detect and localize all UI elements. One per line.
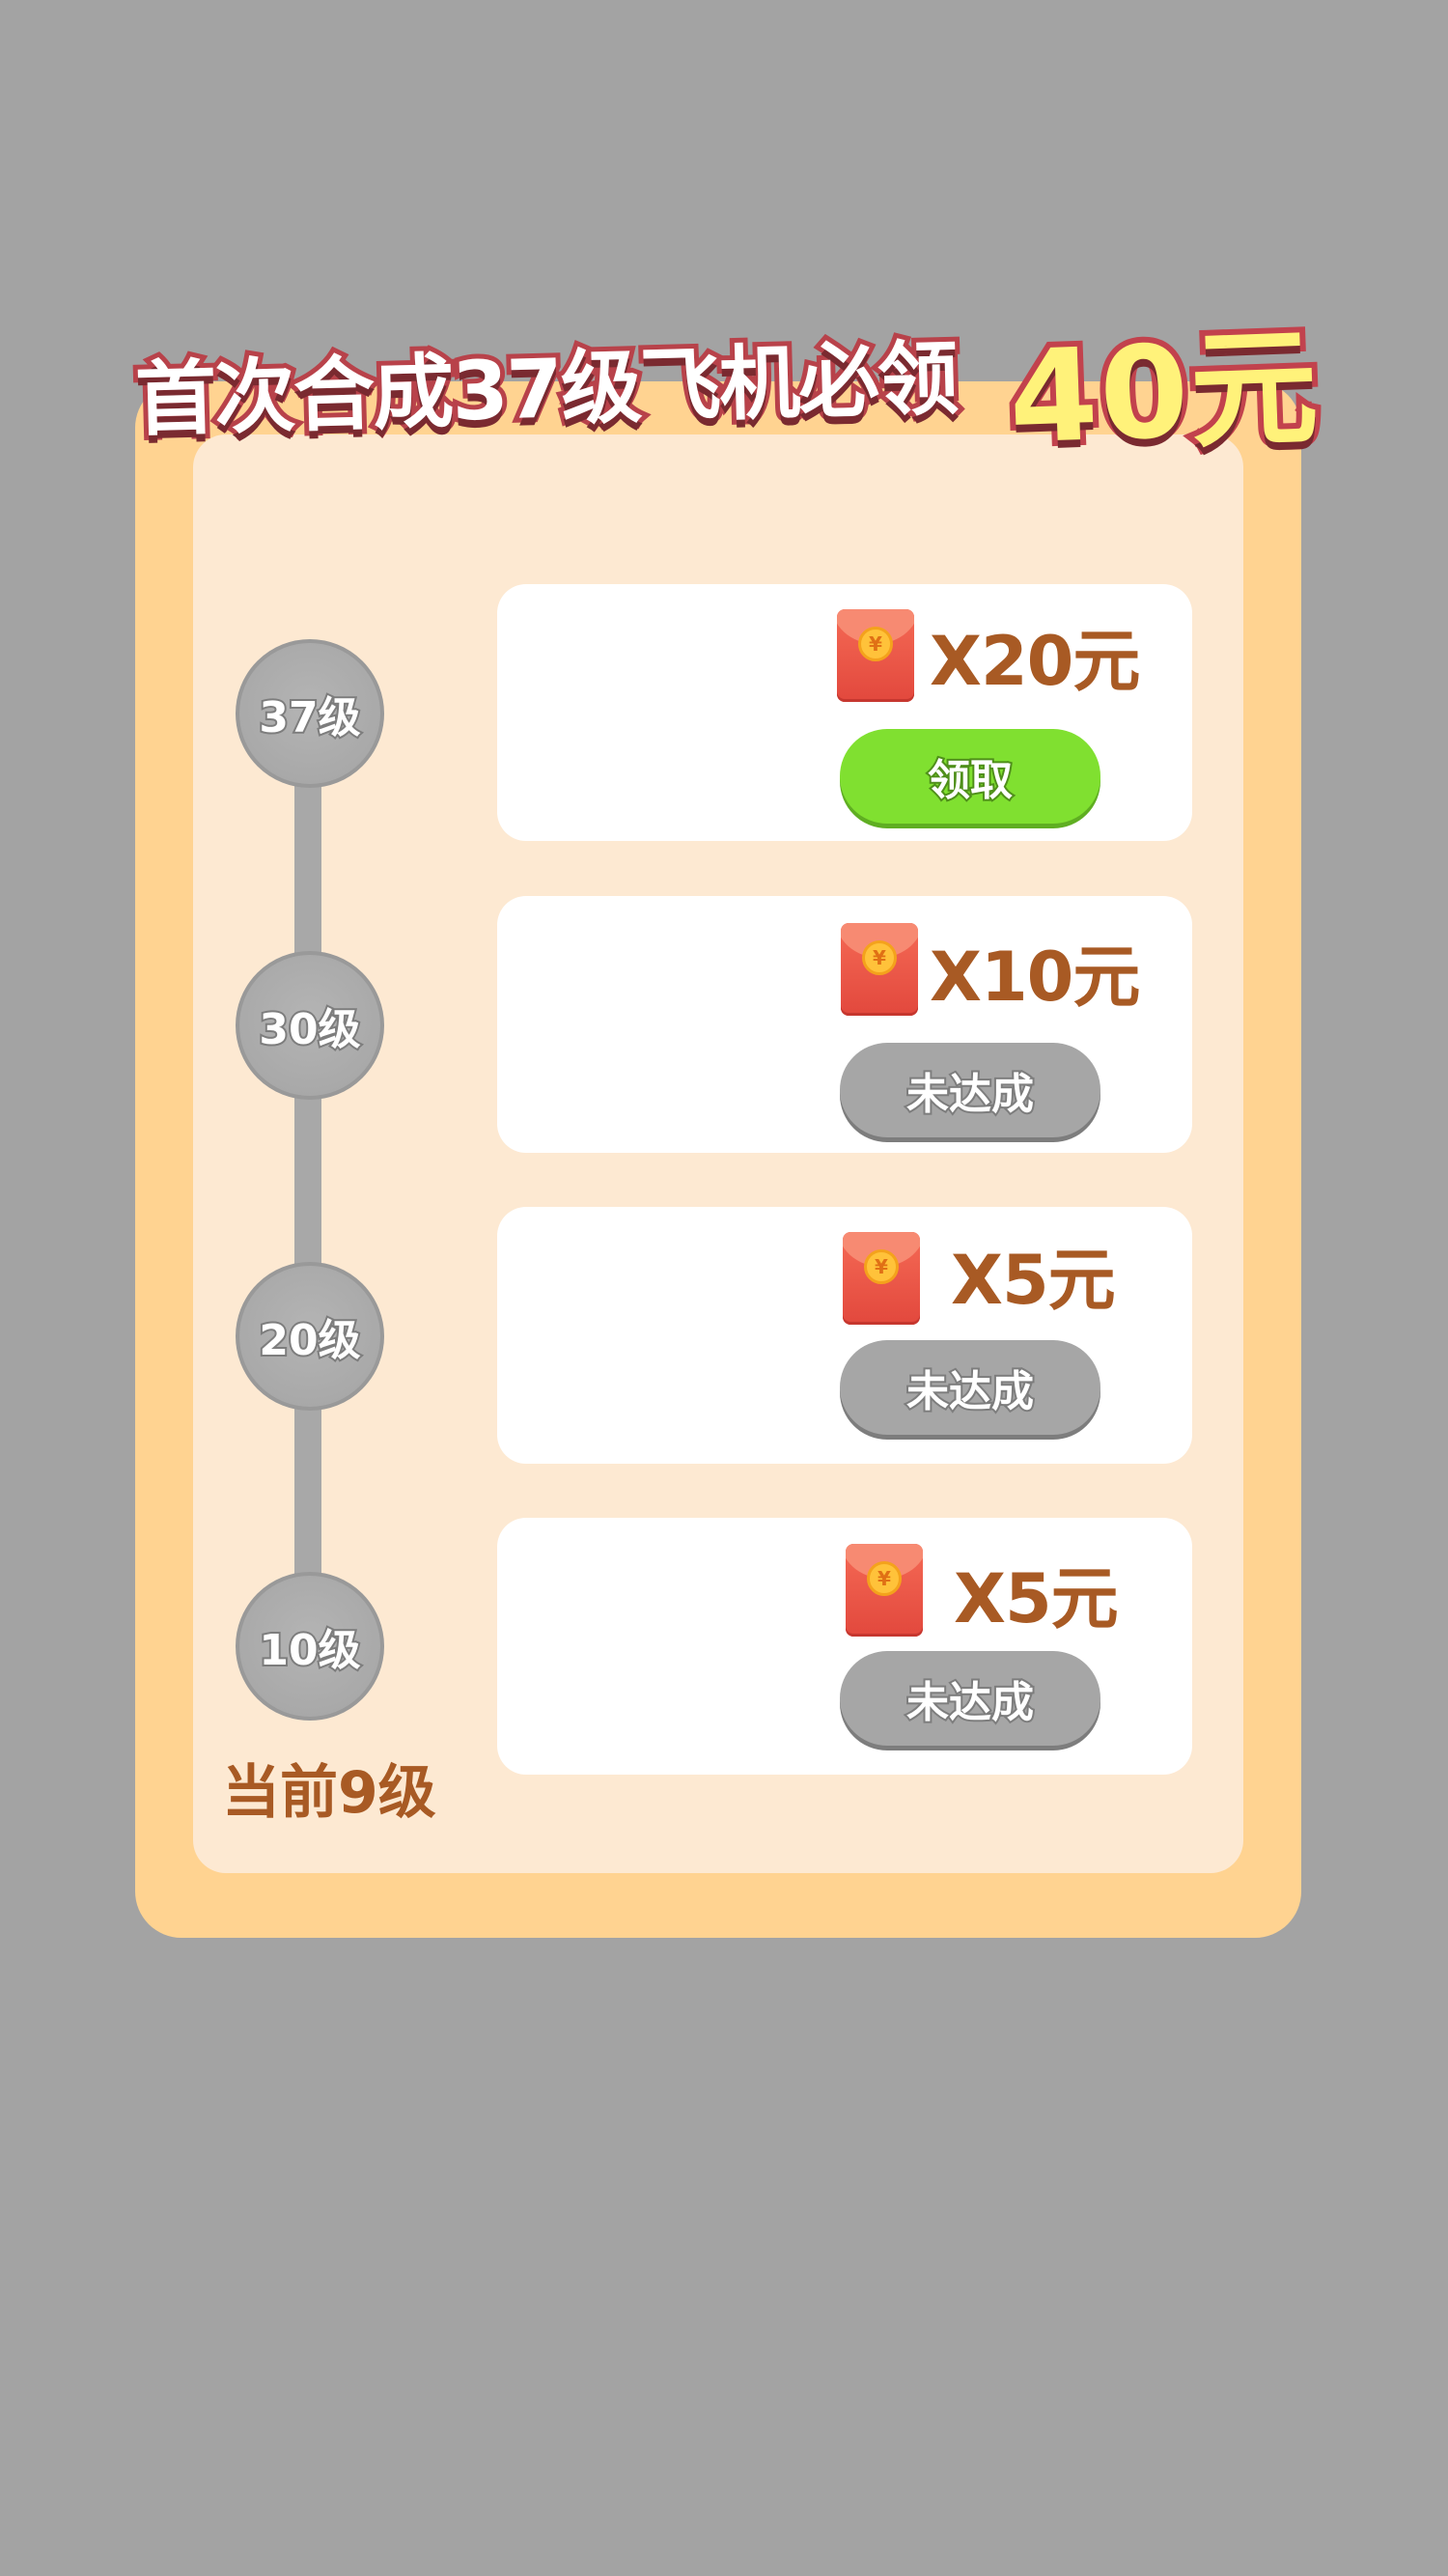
coin-icon: ¥: [858, 627, 893, 661]
reward-amount: X20元: [930, 622, 1140, 701]
reward-amount: X5元: [954, 1559, 1119, 1638]
title-text: 首次合成37级飞机必领: [129, 326, 962, 452]
not-achieved-button[interactable]: 未达成: [840, 1651, 1100, 1746]
coin-icon: ¥: [862, 940, 897, 975]
reward-card-10: ¥ X5元 未达成: [497, 1518, 1192, 1775]
level-node-30: 30级: [236, 951, 384, 1100]
title-banner: 首次合成37级飞机必领 40元: [129, 290, 1328, 478]
claim-button[interactable]: 领取: [840, 729, 1100, 824]
reward-card-30: ¥ X10元 未达成: [497, 896, 1192, 1153]
reward-amount: X5元: [951, 1241, 1116, 1320]
coin-icon: ¥: [864, 1249, 899, 1284]
level-node-37: 37级: [236, 639, 384, 788]
level-label: 10级: [257, 1624, 362, 1677]
reward-card-37: ¥ X20元 领取: [497, 584, 1192, 841]
current-level: 当前9级: [222, 1759, 436, 1827]
level-label: 37级: [257, 691, 362, 744]
coin-icon: ¥: [867, 1561, 902, 1596]
title-amount: 40元: [1001, 307, 1328, 478]
level-node-20: 20级: [236, 1262, 384, 1411]
level-label: 30级: [257, 1003, 362, 1056]
red-envelope-icon: ¥: [841, 923, 918, 1016]
reward-page: 首次合成37级飞机必领 40元 37级 30级 20级 10级 当前9级 ¥ X…: [0, 0, 1448, 2576]
reward-card-20: ¥ X5元 未达成: [497, 1207, 1192, 1464]
progress-track: [294, 753, 321, 1661]
reward-amount: X10元: [930, 938, 1140, 1017]
not-achieved-button[interactable]: 未达成: [840, 1340, 1100, 1435]
level-node-10: 10级: [236, 1572, 384, 1721]
red-envelope-icon: ¥: [846, 1544, 923, 1637]
not-achieved-button[interactable]: 未达成: [840, 1043, 1100, 1137]
level-label: 20级: [257, 1314, 362, 1367]
red-envelope-icon: ¥: [837, 609, 914, 702]
red-envelope-icon: ¥: [843, 1232, 920, 1325]
